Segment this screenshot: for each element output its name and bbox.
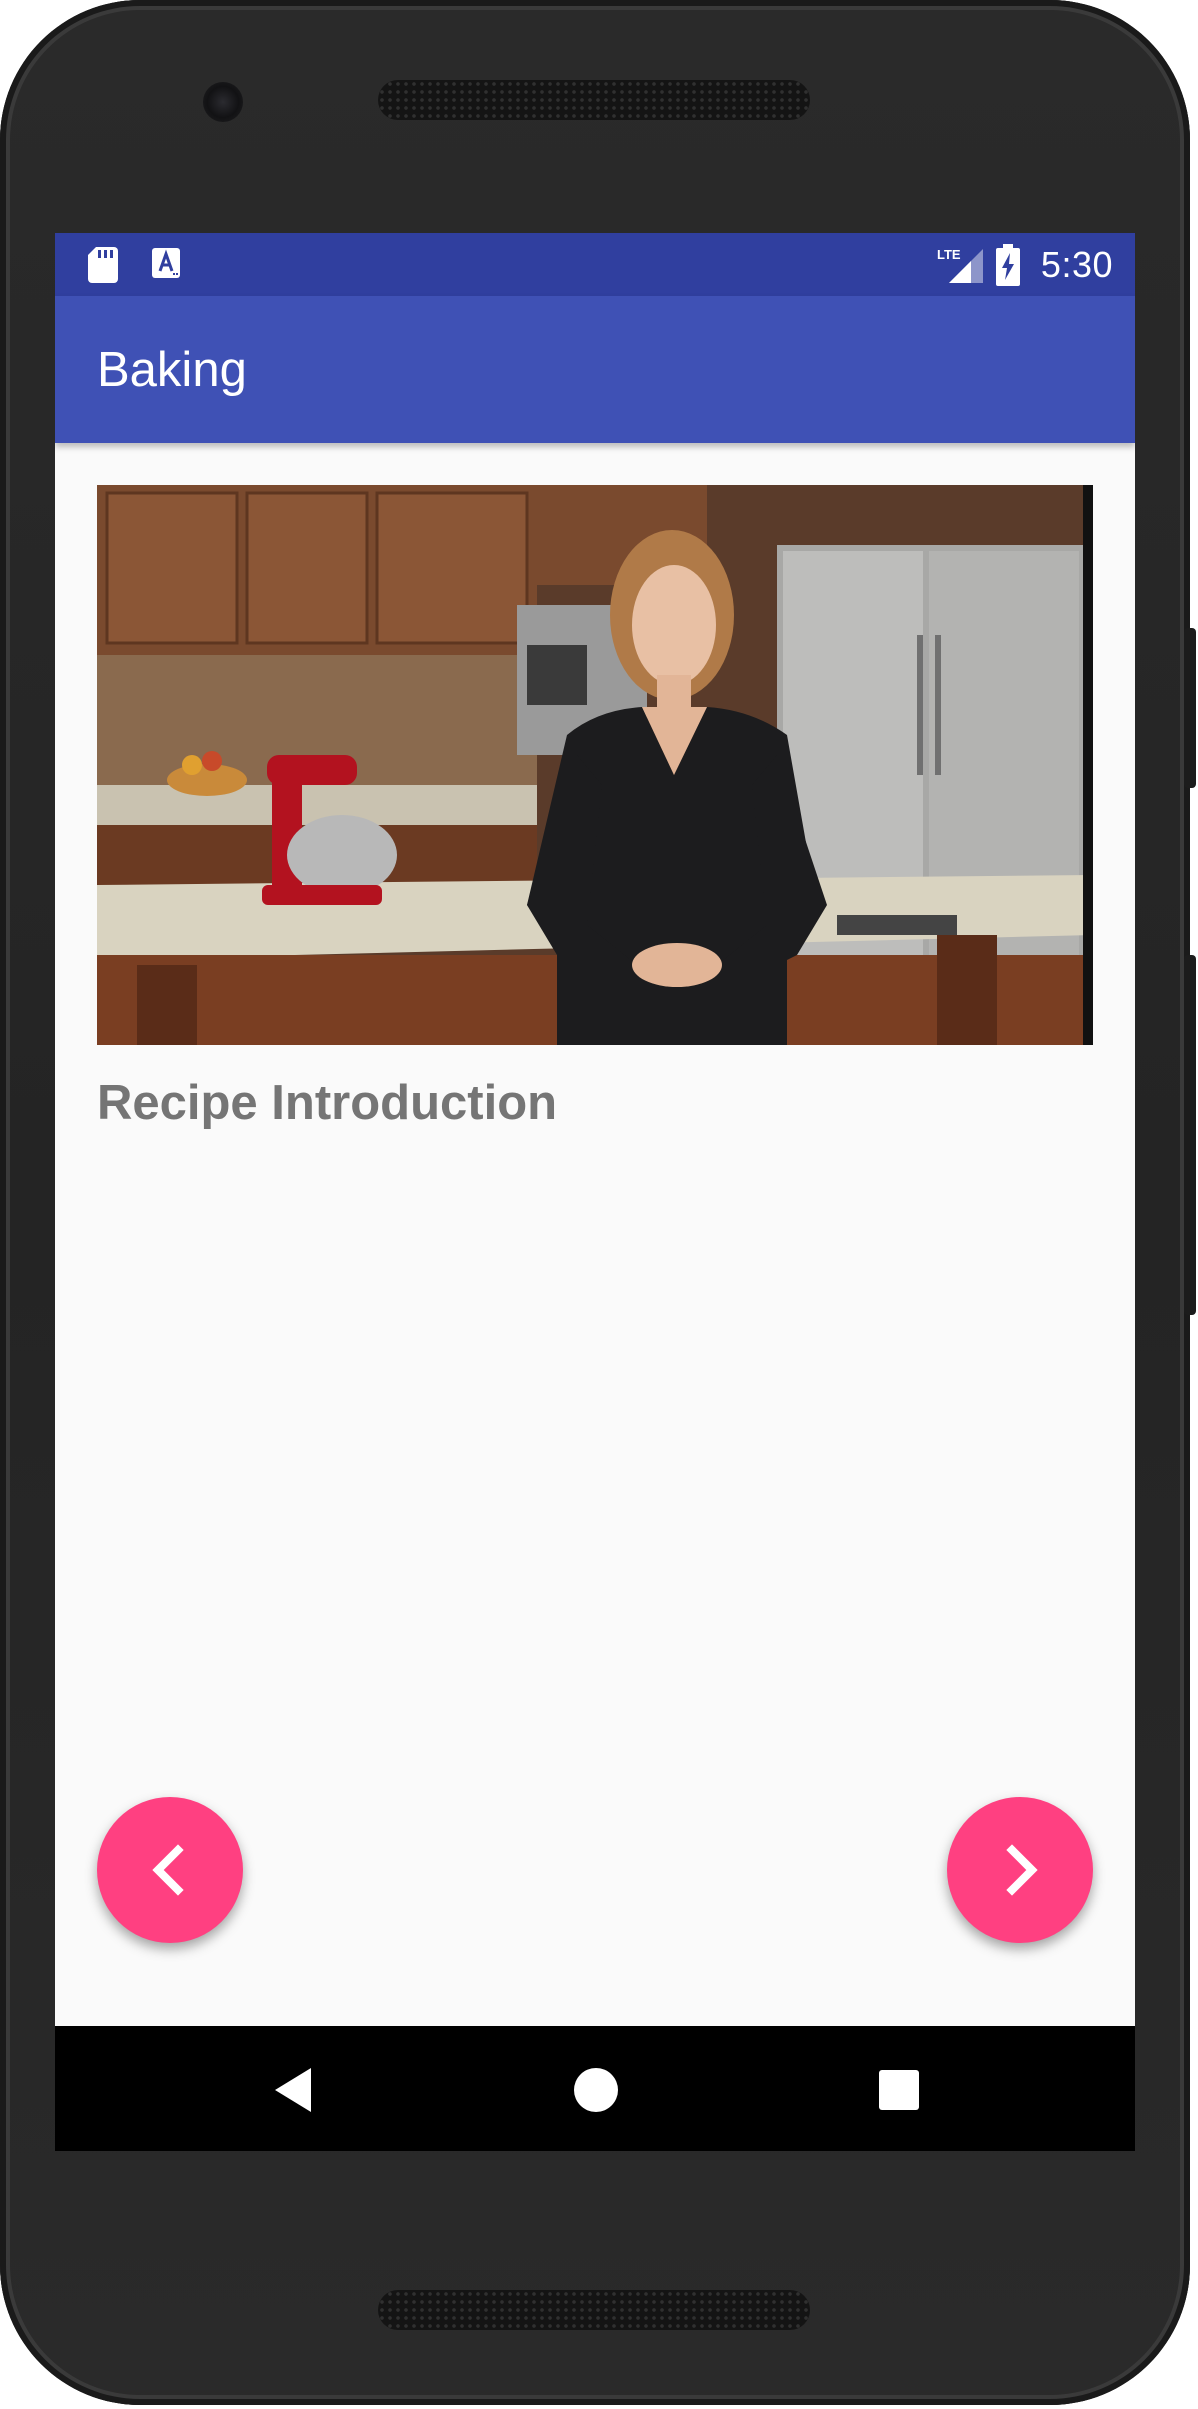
back-button[interactable]: [263, 2060, 323, 2120]
next-step-button[interactable]: [947, 1797, 1093, 1943]
previous-step-button[interactable]: [97, 1797, 243, 1943]
recents-button[interactable]: [869, 2060, 929, 2120]
step-title: Recipe Introduction: [97, 1076, 558, 1130]
phone-frame: LTE 5:30 Baking Recipe Introduction: [0, 0, 1196, 2405]
text-a-icon: [152, 248, 180, 278]
home-button[interactable]: [566, 2060, 626, 2120]
status-time: 5:30: [1040, 243, 1113, 285]
navigation-bar: [55, 2026, 1135, 2151]
lte-signal-icon: LTE: [937, 247, 983, 283]
status-bar: LTE 5:30: [55, 233, 1135, 296]
recents-square-icon: [879, 2070, 919, 2110]
sd-card-icon: [88, 247, 118, 283]
lte-label: LTE: [937, 247, 961, 262]
home-circle-icon: [574, 2068, 618, 2112]
battery-charging-icon: [995, 243, 1020, 286]
chevron-left-icon: [152, 1844, 184, 1896]
app-bar: Baking: [55, 296, 1135, 443]
earpiece-speaker: [378, 80, 810, 120]
volume-rocker: [1184, 955, 1196, 1315]
screen: LTE 5:30 Baking Recipe Introduction: [55, 233, 1135, 2151]
chevron-right-icon: [1006, 1844, 1038, 1896]
back-triangle-icon: [275, 2068, 311, 2112]
status-bar-right: LTE 5:30: [937, 233, 1113, 296]
power-button: [1184, 628, 1196, 788]
app-title: Baking: [97, 343, 247, 397]
video-thumbnail: [97, 485, 1093, 1045]
bottom-speaker: [378, 2290, 810, 2330]
front-camera: [203, 82, 243, 122]
video-player[interactable]: [97, 485, 1093, 1045]
